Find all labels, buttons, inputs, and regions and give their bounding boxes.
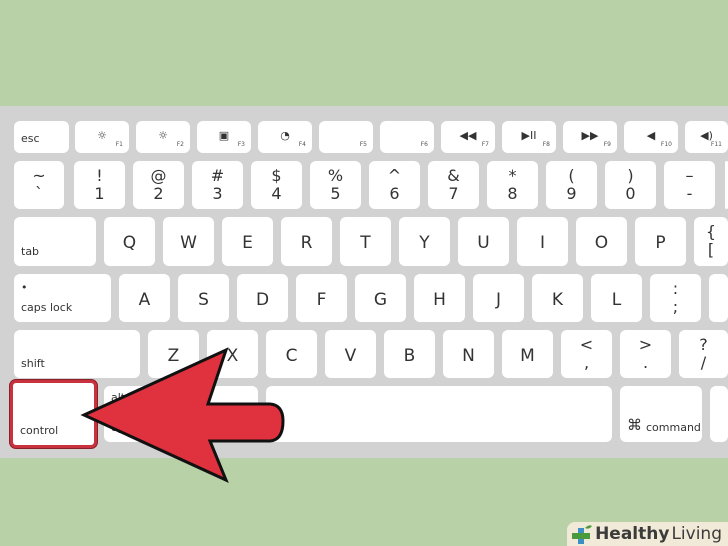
plus-leaf-icon [572, 525, 593, 544]
watermark-light: Living [671, 524, 722, 544]
watermark: Healthy Living [567, 522, 728, 546]
red-arrow-pointing-to-control [80, 347, 285, 483]
arrow-shape [80, 347, 285, 483]
watermark-bold: Healthy [595, 524, 670, 544]
